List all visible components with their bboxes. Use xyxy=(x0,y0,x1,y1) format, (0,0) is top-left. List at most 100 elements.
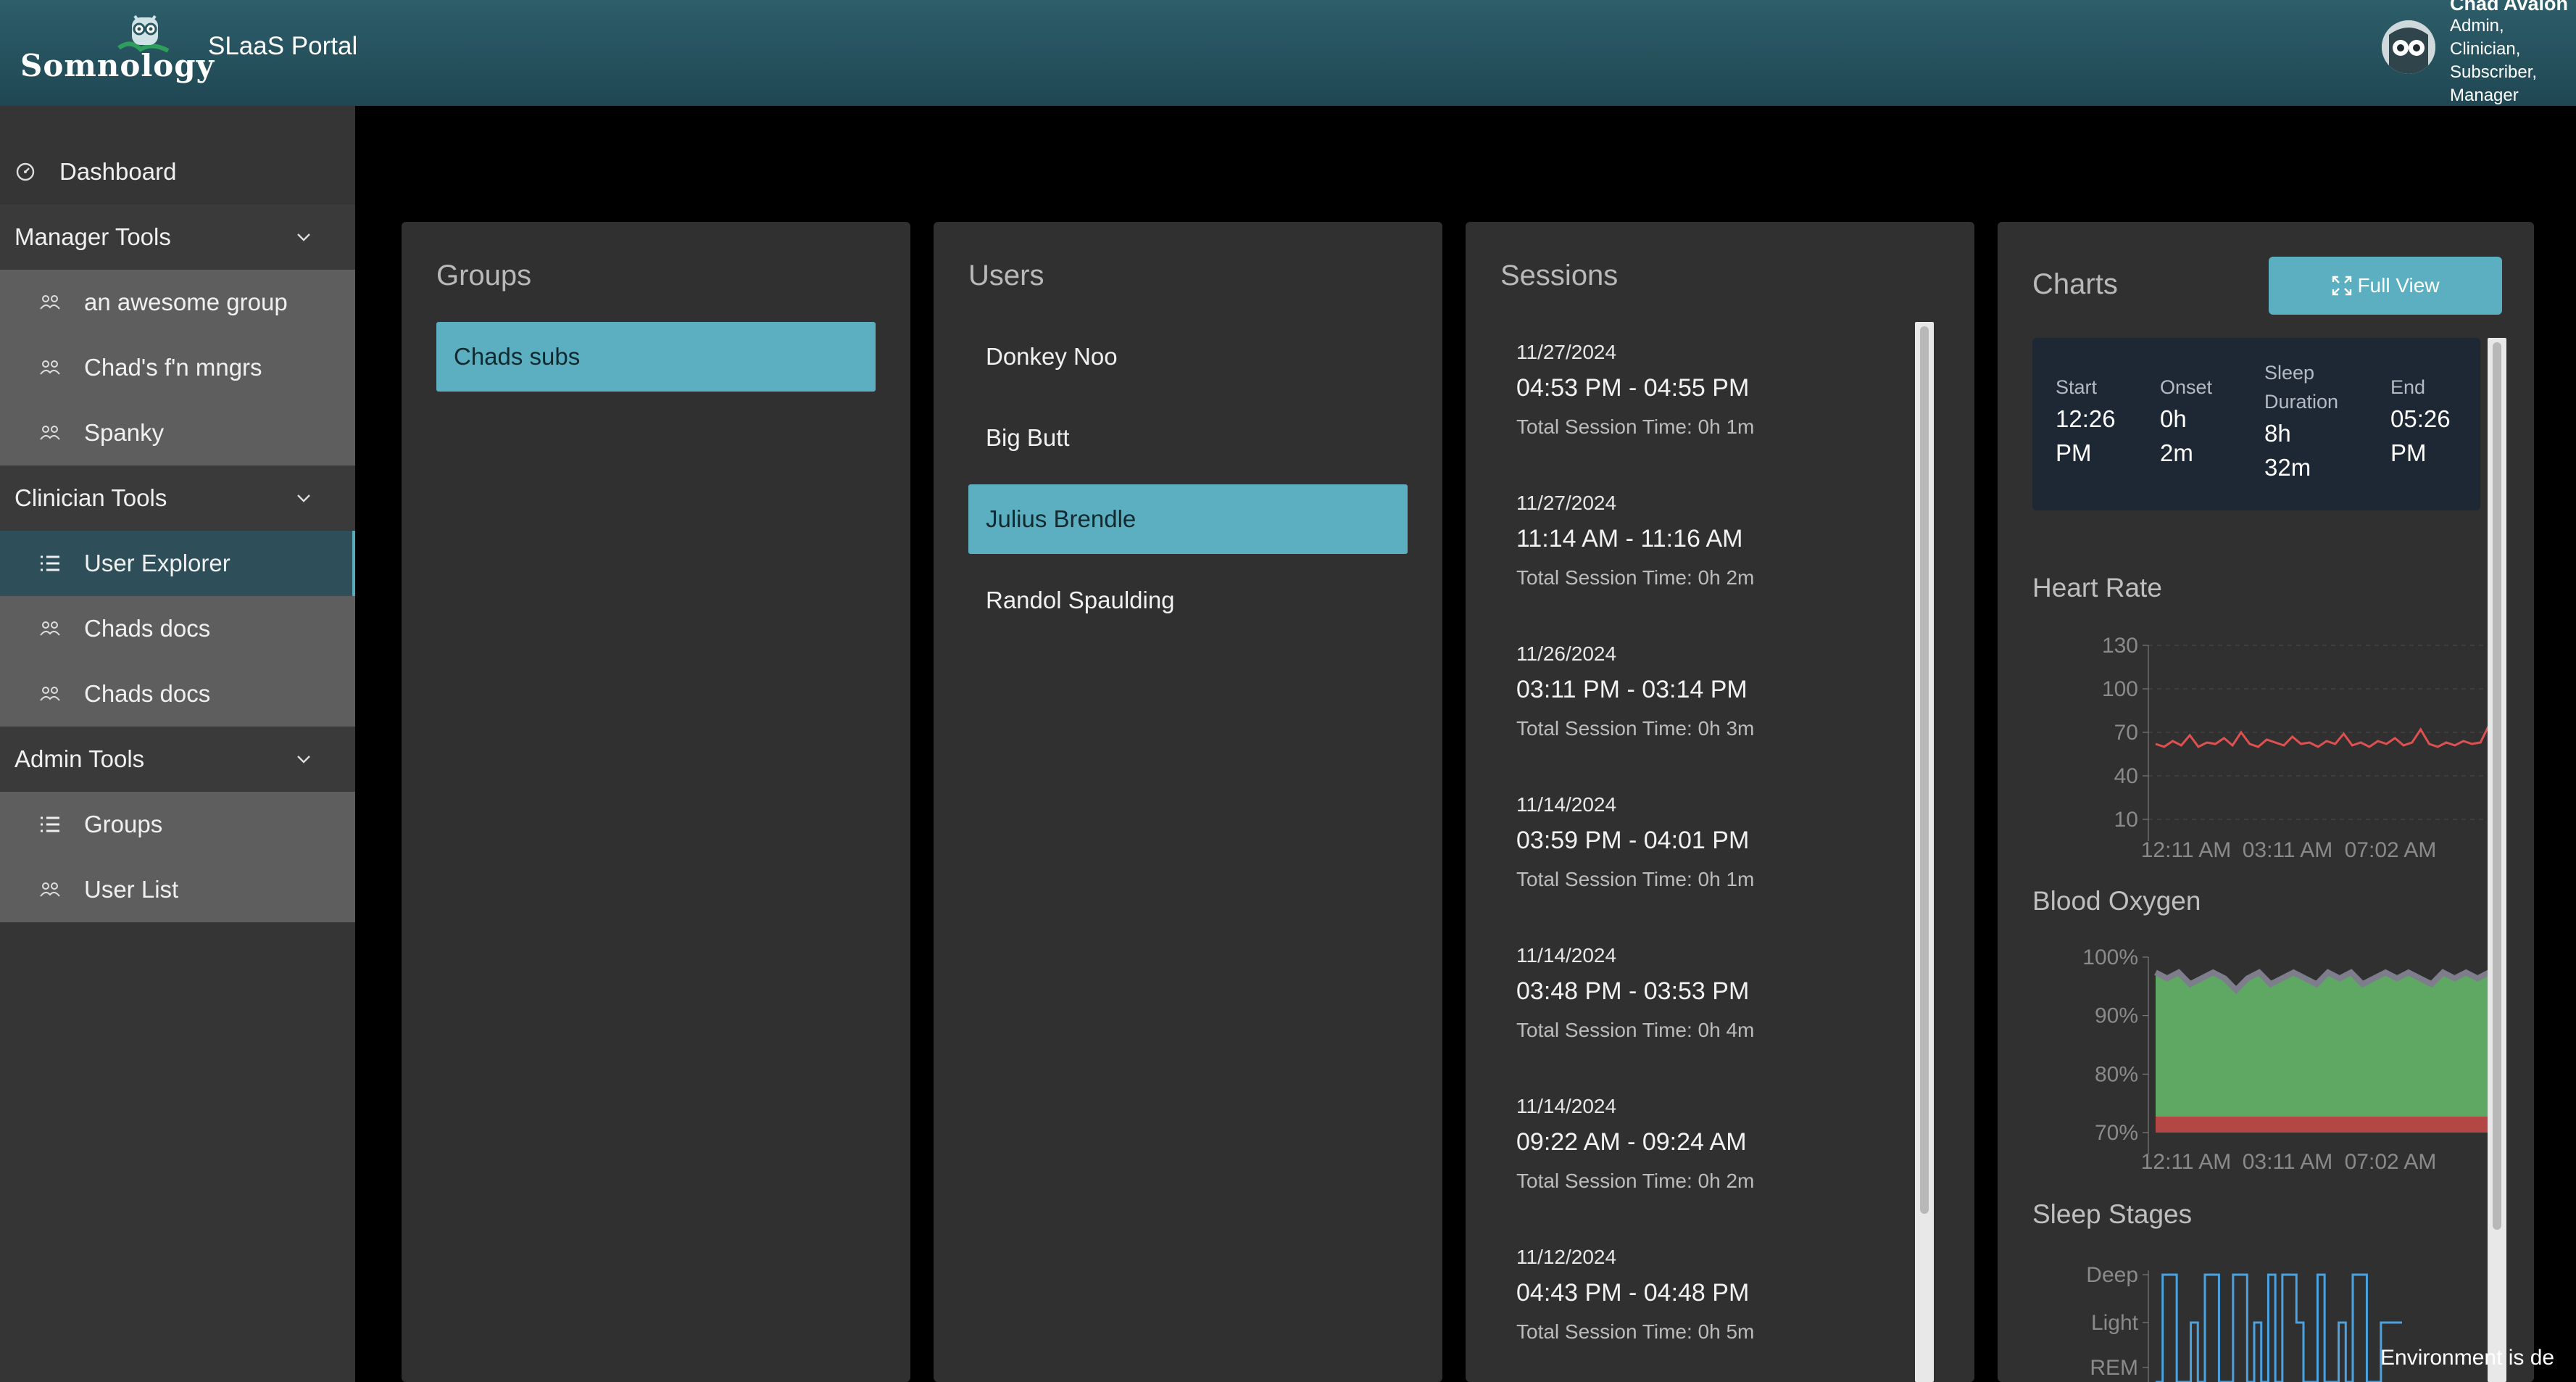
users-panel: Users Donkey Noo Big Butt Julius Brendle… xyxy=(934,222,1442,1382)
sidebar-item-label: Spanky xyxy=(84,419,165,446)
session-item[interactable]: 11/27/2024 11:14 AM - 11:16 AM Total Ses… xyxy=(1516,492,1922,589)
charts-scrollbar[interactable] xyxy=(2488,338,2506,1382)
charts-panel: Charts Full View Start 12:26 PM Onset 0h… xyxy=(1998,222,2534,1382)
x-tick-label: 12:11 AM xyxy=(2141,838,2232,862)
group-icon xyxy=(40,295,60,310)
session-total-time: Total Session Time: 0h 2m xyxy=(1516,1170,1755,1192)
user-item-label: Big Butt xyxy=(986,424,1070,451)
session-total-time: Total Session Time: 0h 1m xyxy=(1516,415,1755,438)
user-item-label: Donkey Noo xyxy=(986,343,1118,370)
summary-sleep-duration: Sleep Duration 8h 32m xyxy=(2264,358,2338,484)
user-item-label: Julius Brendle xyxy=(986,505,1137,532)
summary-label: Duration xyxy=(2264,391,2339,413)
charts-scrollbar-thumb[interactable] xyxy=(2493,342,2501,1230)
session-date: 11/12/2024 xyxy=(1516,1246,1617,1268)
app-root: Somnology SLaaS Portal Chad Avalon Admin… xyxy=(0,0,2576,1382)
session-date: 11/27/2024 xyxy=(1516,492,1617,514)
user-info[interactable]: Chad Avalon Admin, Clinician, Subscriber… xyxy=(2450,0,2568,107)
summary-label: Onset xyxy=(2160,376,2213,398)
user-item-label: Randol Spaulding xyxy=(986,587,1175,613)
user-role: Admin, xyxy=(2450,16,2504,36)
sidebar-section-clinician-tools[interactable]: Clinician Tools xyxy=(0,466,355,531)
group-item-chads-subs[interactable]: Chads subs xyxy=(436,322,876,392)
session-time-range: 03:11 PM - 03:14 PM xyxy=(1516,676,1748,703)
x-tick-label: 07:02 AM xyxy=(2345,1150,2437,1174)
sessions-scrollbar[interactable] xyxy=(1915,322,1934,1382)
user-avatar[interactable] xyxy=(2382,20,2435,74)
session-total-time: Total Session Time: 0h 2m xyxy=(1516,566,1755,589)
blood-oxygen-title: Blood Oxygen xyxy=(2032,886,2201,916)
session-time-range: 04:53 PM - 04:55 PM xyxy=(1516,374,1750,402)
y-tick-label: 130 xyxy=(2102,634,2138,658)
x-tick-label: 03:11 AM xyxy=(2243,838,2333,862)
sidebar-section-admin-tools[interactable]: Admin Tools xyxy=(0,727,355,792)
summary-value: 0h xyxy=(2160,405,2187,432)
chevron-down-icon xyxy=(297,233,310,241)
session-item[interactable]: 11/26/2024 03:11 PM - 03:14 PM Total Ses… xyxy=(1516,642,1922,740)
sidebar-item-label: Dashboard xyxy=(59,158,177,185)
sidebar-section-label: Admin Tools xyxy=(14,745,145,772)
user-item-big-butt[interactable]: Big Butt xyxy=(968,403,1408,473)
session-total-time: Total Session Time: 0h 1m xyxy=(1516,868,1755,890)
sidebar-item-dashboard[interactable]: Dashboard xyxy=(0,139,355,204)
sidebar-section-label: Manager Tools xyxy=(14,223,171,250)
sidebar-section-label: Clinician Tools xyxy=(14,484,167,511)
group-icon xyxy=(40,882,60,897)
heart-rate-chart[interactable]: 130 100 70 40 1012:11 AM 03:11 AM 07:02 AM xyxy=(2032,632,2511,864)
sidebar-item-chads-docs[interactable]: Chads docs xyxy=(0,596,355,661)
user-item-julius-brendle[interactable]: Julius Brendle xyxy=(968,484,1408,554)
chevron-down-icon xyxy=(297,495,310,502)
y-tick-label: Light xyxy=(2091,1311,2139,1335)
full-view-button[interactable]: Full View xyxy=(2269,257,2502,315)
sidebar-item-an-awesome-group[interactable]: an awesome group xyxy=(0,270,355,335)
sidebar-item-user-list[interactable]: User List xyxy=(0,857,355,922)
session-item[interactable]: 11/27/2024 04:53 PM - 04:55 PM Total Ses… xyxy=(1516,341,1922,439)
sidebar-item-user-explorer[interactable]: User Explorer xyxy=(0,531,355,596)
x-tick-label: 12:11 AM xyxy=(2141,1150,2232,1174)
session-date: 11/14/2024 xyxy=(1516,944,1617,967)
summary-value: 12:26 xyxy=(2056,405,2116,432)
groups-panel: Groups Chads subs xyxy=(402,222,910,1382)
session-item[interactable]: 11/14/2024 03:48 PM - 03:53 PM Total Ses… xyxy=(1516,944,1922,1042)
user-role: Subscriber, xyxy=(2450,62,2538,82)
sidebar-item-chads-fn-mngrs[interactable]: Chad's f'n mngrs xyxy=(0,335,355,400)
session-total-time: Total Session Time: 0h 5m xyxy=(1516,1320,1755,1343)
session-date: 11/14/2024 xyxy=(1516,1095,1617,1117)
sleep-stages-title: Sleep Stages xyxy=(2032,1199,2193,1229)
blood-oxygen-chart[interactable]: 100% 90% 80% 70%12:11 AM 03:11 AM 07:02 AM xyxy=(2032,944,2511,1176)
sidebar-item-spanky[interactable]: Spanky xyxy=(0,400,355,466)
sessions-panel: Sessions 11/27/2024 04:53 PM - 04:55 PM … xyxy=(1466,222,1974,1382)
sidebar-item-groups[interactable]: Groups xyxy=(0,792,355,857)
panel-title: Charts xyxy=(2032,268,2118,300)
summary-label: End xyxy=(2390,376,2426,398)
session-item[interactable]: 11/14/2024 03:59 PM - 04:01 PM Total Ses… xyxy=(1516,793,1922,891)
session-time-range: 04:43 PM - 04:48 PM xyxy=(1516,1279,1750,1307)
somnology-logo[interactable]: Somnology xyxy=(20,10,214,90)
sidebar-item-label: Chads docs xyxy=(84,680,211,707)
session-time-range: 11:14 AM - 11:16 AM xyxy=(1516,525,1743,553)
y-tick-label: 90% xyxy=(2095,1004,2138,1028)
session-time-range: 03:48 PM - 03:53 PM xyxy=(1516,977,1750,1005)
environment-notice: Environment is de xyxy=(2380,1346,2555,1370)
oxygen-area xyxy=(2156,975,2489,1117)
sessions-scrollbar-thumb[interactable] xyxy=(1920,326,1929,1214)
user-item-donkey-noo[interactable]: Donkey Noo xyxy=(968,322,1408,392)
sleep-summary-card: Start 12:26 PM Onset 0h 2m Sleep Duratio… xyxy=(2032,338,2480,510)
sidebar-section-manager-tools[interactable]: Manager Tools xyxy=(0,204,355,270)
sidebar-item-label: Chad's f'n mngrs xyxy=(84,354,262,381)
group-icon xyxy=(40,360,60,375)
summary-start: Start 12:26 PM xyxy=(2056,373,2116,470)
user-item-randol-spaulding[interactable]: Randol Spaulding xyxy=(968,566,1408,635)
sidebar-item-chads-docs-2[interactable]: Chads docs xyxy=(0,661,355,727)
y-tick-label: REM xyxy=(2090,1356,2138,1380)
user-role: Manager xyxy=(2450,86,2519,105)
summary-value: PM xyxy=(2390,439,2427,466)
summary-value: 2m xyxy=(2160,439,2193,466)
session-date: 11/27/2024 xyxy=(1516,341,1617,363)
summary-value: 8h xyxy=(2264,420,2291,447)
session-total-time: Total Session Time: 0h 3m xyxy=(1516,717,1755,740)
session-item[interactable]: 11/12/2024 04:43 PM - 04:48 PM Total Ses… xyxy=(1516,1246,1922,1344)
dashboard-gauge-icon xyxy=(16,162,35,181)
sidebar-item-label: Chads docs xyxy=(84,615,211,642)
session-item[interactable]: 11/14/2024 09:22 AM - 09:24 AM Total Ses… xyxy=(1516,1095,1922,1193)
